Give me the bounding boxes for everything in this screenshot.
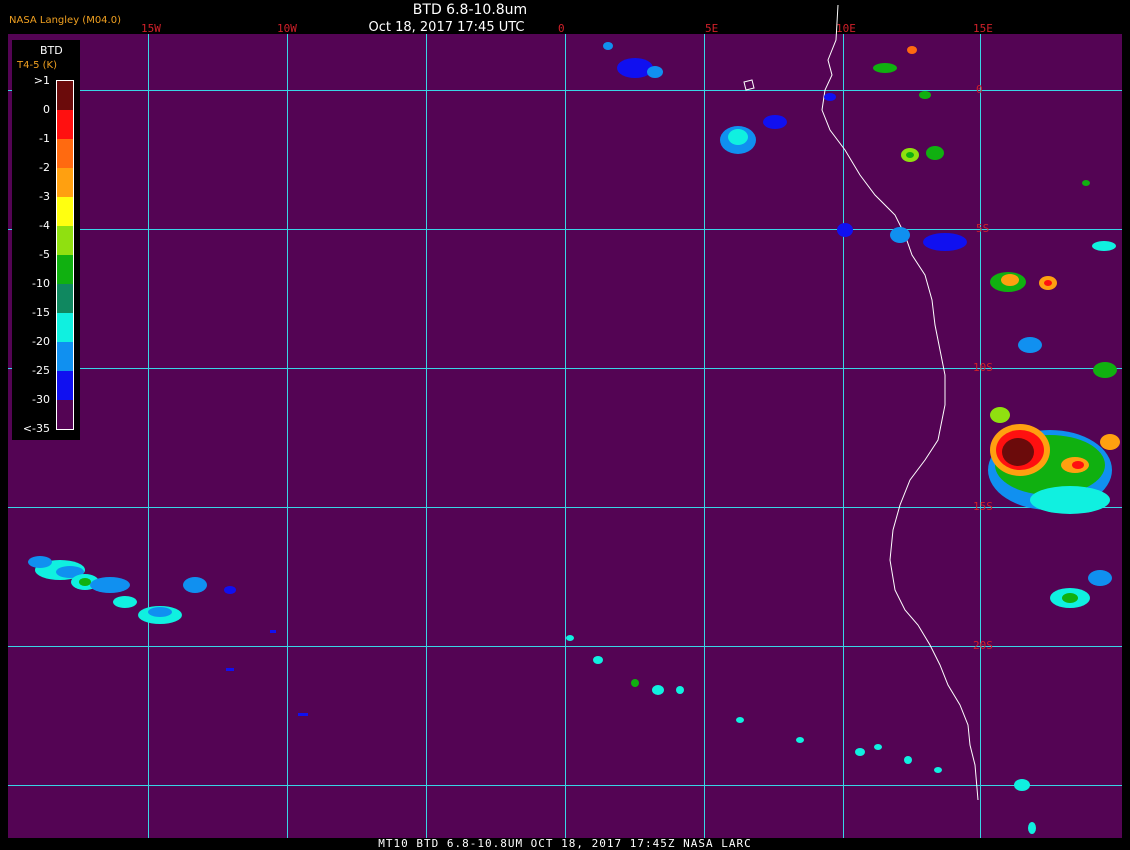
footer-caption: MT10 BTD 6.8-10.8UM OCT 18, 2017 17:45Z … [0,838,1130,850]
cloud-specks [226,630,308,716]
cloud-gulf [603,42,967,251]
legend-tick: -1 [39,132,50,145]
legend-colorbar [56,80,74,430]
legend-tick: 0 [43,103,50,116]
cloud-west [28,556,236,624]
legend-tick: -5 [39,248,50,261]
legend-swatch [57,400,73,429]
legend-units: T4-5 (K) [17,60,57,71]
legend-swatch [57,139,73,168]
legend-tick: -25 [32,364,50,377]
legend-swatch [57,255,73,284]
legend-swatch [57,81,73,110]
legend-tick: -15 [32,306,50,319]
legend-title: BTD [40,44,63,57]
legend-tick: >1 [33,74,50,87]
color-legend: BTD T4-5 (K) >1 0 -1 -2 -3 -4 -5 -10 -15 -20 -25 -3… [12,40,80,440]
legend-tick: -10 [32,277,50,290]
legend-swatch [57,342,73,371]
cloud-south-band [566,635,942,773]
legend-swatch [57,226,73,255]
cloud-east [873,46,1120,834]
legend-swatch [57,371,73,400]
legend-swatch [57,284,73,313]
legend-tick: <-35 [22,422,50,435]
legend-swatch [57,110,73,139]
legend-swatch [57,197,73,226]
coastline [821,4,979,801]
legend-tick: -30 [32,393,50,406]
legend-tick: -3 [39,190,50,203]
cloud-overlay [28,4,1120,834]
product-title: BTD 6.8-10.8um [412,2,528,18]
legend-swatch [57,313,73,342]
legend-swatch [57,168,73,197]
legend-tick: -2 [39,161,50,174]
legend-tick: -20 [32,335,50,348]
timestamp: Oct 18, 2017 17:45 UTC [368,20,525,35]
legend-tick: -4 [39,219,50,232]
